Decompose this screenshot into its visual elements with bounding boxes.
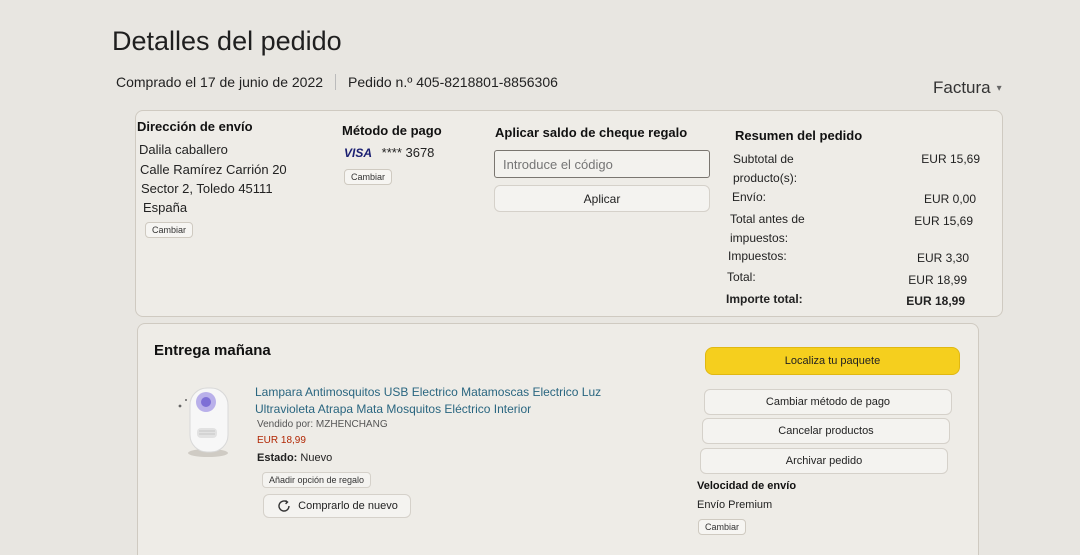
shipping-name: Dalila caballero [139, 142, 228, 157]
order-info-card [135, 110, 1003, 317]
product-price: EUR 18,99 [257, 435, 306, 446]
product-image[interactable] [172, 380, 242, 460]
gift-code-input[interactable] [494, 150, 710, 178]
summary-heading: Resumen del pedido [735, 128, 863, 143]
track-package-button[interactable]: Localiza tu paquete [705, 347, 960, 375]
change-address-button[interactable]: Cambiar [145, 222, 194, 238]
shipping-speed-heading: Velocidad de envío [697, 480, 797, 492]
archive-order-button[interactable]: Archivar pedido [700, 448, 948, 474]
payment-heading: Método de pago [342, 123, 442, 138]
summary-value-pretax: EUR 15,69 [914, 214, 973, 228]
payment-card: VISA **** 3678 [344, 143, 434, 163]
condition-label: Estado: [257, 452, 298, 464]
invoice-label: Factura [933, 78, 991, 97]
invoice-dropdown[interactable]: Factura ▾ [933, 78, 1002, 98]
delivery-heading: Entrega mañana [154, 342, 271, 359]
order-number: Pedido n.º 405-8218801-8856306 [348, 74, 558, 90]
summary-value-total: EUR 18,99 [908, 273, 967, 287]
card-number: **** 3678 [381, 145, 435, 160]
add-gift-option-button[interactable]: Añadir opción de regalo [262, 472, 372, 488]
order-meta: Comprado el 17 de junio de 2022 Pedido n… [116, 74, 558, 90]
summary-label-pretax: Total antes de impuestos: [730, 212, 805, 245]
summary-label-total: Total: [727, 270, 756, 284]
summary-label-shipping: Envío: [732, 190, 767, 204]
order-details-page: Detalles del pedido Comprado el 17 de ju… [0, 0, 1080, 555]
product-condition: Estado: Nuevo [257, 452, 332, 464]
buy-again-label: Comprarlo de nuevo [298, 500, 398, 512]
page-title: Detalles del pedido [112, 26, 342, 56]
apply-gift-button[interactable]: Aplicar [494, 185, 710, 212]
condition-value: Nuevo [300, 452, 333, 464]
summary-value-grand-total: EUR 18,99 [906, 294, 965, 308]
shipping-street: Calle Ramírez Carrión 20 [140, 162, 287, 177]
divider [335, 74, 337, 90]
gift-card-heading: Aplicar saldo de cheque regalo [495, 125, 688, 140]
purchase-date: Comprado el 17 de junio de 2022 [116, 74, 324, 90]
product-title-link[interactable]: Lampara Antimosquitos USB Electrico Mata… [255, 384, 635, 418]
summary-label-tax: Impuestos: [728, 249, 787, 263]
summary-value-subtotal: EUR 15,69 [921, 152, 980, 166]
product-seller: Vendido por: MZHENCHANG [257, 419, 388, 430]
visa-icon: VISA [344, 146, 373, 160]
buy-again-button[interactable]: Comprarlo de nuevo [263, 494, 411, 518]
shipping-speed-value: Envío Premium [697, 499, 773, 511]
summary-label-subtotal: Subtotal de producto(s): [733, 152, 798, 185]
summary-value-shipping: EUR 0,00 [923, 192, 976, 206]
chevron-down-icon: ▾ [996, 82, 1002, 94]
change-speed-button[interactable]: Cambiar [698, 519, 747, 535]
reorder-icon [278, 499, 290, 512]
change-payment-button[interactable]: Cambiar método de pago [704, 389, 952, 415]
shipping-city: Sector 2, Toledo 45111 [141, 181, 273, 196]
summary-label-grand-total: Importe total: [726, 292, 803, 306]
change-payment-method-button[interactable]: Cambiar [344, 169, 393, 185]
cancel-items-button[interactable]: Cancelar productos [702, 418, 950, 444]
shipping-country: España [143, 200, 188, 215]
summary-value-tax: EUR 3,30 [916, 251, 969, 265]
shipping-heading: Dirección de envío [137, 119, 253, 134]
